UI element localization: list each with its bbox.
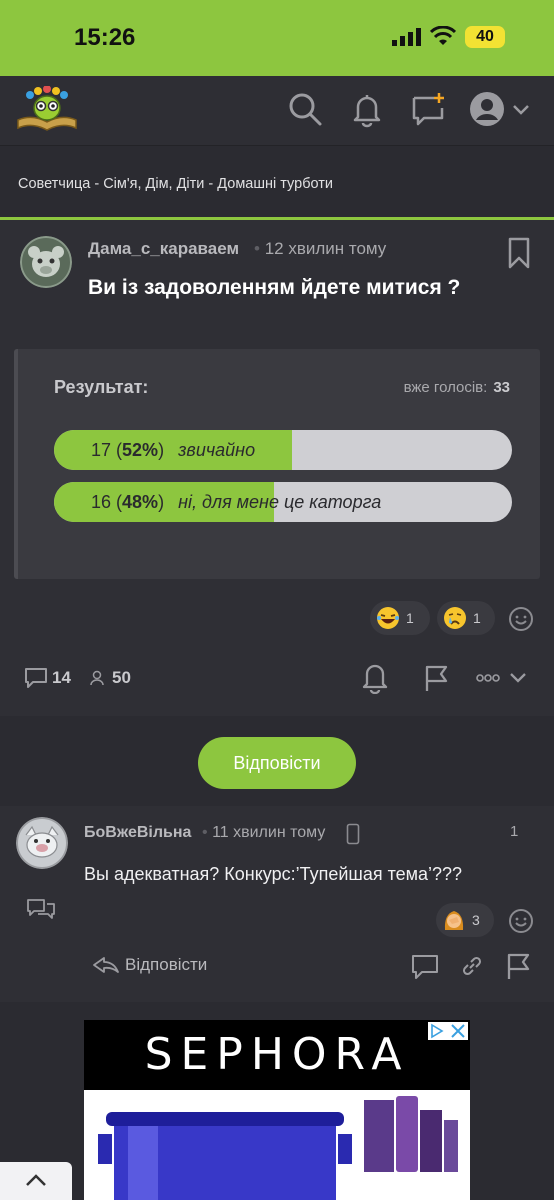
chevron-down-icon[interactable] <box>510 98 532 120</box>
new-topic-icon[interactable] <box>410 90 448 128</box>
comments-count: 14 <box>52 668 71 687</box>
poll-option-percent: 48% <box>122 492 159 512</box>
poll-votes-label: вже голосів: <box>403 379 488 396</box>
crying-emoji-icon <box>444 607 466 629</box>
reaction-laughing[interactable]: 1 <box>370 601 430 635</box>
ad-brand: SEPHORA <box>84 1020 470 1090</box>
ad-product-image <box>98 1112 352 1200</box>
add-reaction-icon[interactable] <box>508 606 534 632</box>
bell-icon[interactable] <box>348 90 386 128</box>
battery-indicator: 40 <box>465 26 505 48</box>
mobile-device-icon <box>346 823 360 845</box>
poll-option-text: 17 (52%) звичайно <box>91 440 256 460</box>
ad-product-set-image <box>364 1096 458 1172</box>
participants-icon <box>90 670 104 686</box>
comment-author[interactable]: БоВжеВільна <box>84 824 191 842</box>
poll-option-text: 16 (48%) ні, для мене це каторга <box>91 492 382 512</box>
poll-option-label: ні, для мене це каторга <box>178 492 382 512</box>
facepalm-emoji-icon <box>444 911 464 930</box>
report-flag-icon[interactable] <box>506 952 532 980</box>
search-icon[interactable] <box>286 90 324 128</box>
post-time-text: 12 хвилин тому <box>264 239 387 258</box>
reply-arrow-icon[interactable] <box>92 954 120 976</box>
post-time: • 12 хвилин тому <box>254 239 387 258</box>
post-author[interactable]: Дама_с_караваем <box>88 239 239 259</box>
cellular-signal-icon <box>392 28 421 46</box>
participants-count: 50 <box>112 668 131 687</box>
author-avatar[interactable] <box>20 236 72 288</box>
comments-icon[interactable] <box>24 667 48 689</box>
bookmark-icon[interactable] <box>508 237 530 269</box>
poll-option-bar: 16 (48%) ні, для мене це каторга <box>54 482 512 522</box>
quote-replies-icon[interactable] <box>26 896 56 920</box>
status-bar: 15:26 40 <box>0 0 554 76</box>
reaction-facepalm[interactable]: 3 <box>436 903 494 937</box>
top-navigation <box>0 76 554 146</box>
clock: 15:26 <box>74 24 136 51</box>
poll-votes-total: 33 <box>493 379 510 396</box>
laughing-emoji-icon <box>377 607 399 629</box>
link-icon[interactable] <box>460 954 484 978</box>
subscribe-bell-icon[interactable] <box>360 660 390 694</box>
comment-number[interactable]: 1 <box>510 823 518 840</box>
comment-reply-link[interactable]: Відповісти <box>125 955 207 975</box>
quote-icon[interactable] <box>411 954 439 980</box>
reaction-count: 1 <box>406 610 414 626</box>
poll-option-bar: 17 (52%) звичайно <box>54 430 512 470</box>
poll-votes: вже голосів: 33 <box>404 379 510 396</box>
post-title: Ви із задоволенням йдете митися ? <box>88 276 461 299</box>
scroll-to-top-button[interactable] <box>0 1162 72 1200</box>
wifi-icon <box>430 26 456 45</box>
reaction-count: 3 <box>472 912 480 928</box>
more-options-icon[interactable] <box>476 674 500 682</box>
add-reaction-icon[interactable] <box>508 908 534 934</box>
site-logo-icon[interactable] <box>16 86 78 132</box>
user-avatar-icon[interactable] <box>468 90 506 128</box>
poll-heading: Результат: <box>54 377 149 397</box>
chevron-up-icon <box>26 1174 46 1186</box>
poll-option-count: 16 <box>91 492 112 512</box>
comment-time-text: 11 хвилин тому <box>212 824 326 841</box>
reaction-count: 1 <box>473 610 481 626</box>
comment-text: Вы адекватная? Конкурс:’Тупейшая тема’??… <box>84 864 463 884</box>
commenter-avatar[interactable] <box>16 817 68 869</box>
chevron-down-icon[interactable] <box>508 670 528 686</box>
poll-option-percent: 52% <box>122 440 159 460</box>
poll-option-count: 17 <box>91 440 112 460</box>
poll-option-label: звичайно <box>178 440 256 460</box>
reply-button[interactable]: Відповісти <box>198 737 356 789</box>
reaction-crying[interactable]: 1 <box>437 601 495 635</box>
comment-time: • 11 хвилин тому <box>202 824 326 841</box>
adchoices-icon[interactable] <box>428 1022 468 1040</box>
report-flag-icon[interactable] <box>424 664 450 692</box>
advertisement-banner[interactable]: SEPHORA <box>84 1020 470 1200</box>
breadcrumb[interactable]: Советчица - Сім'я, Дім, Діти - Домашні т… <box>18 176 333 192</box>
poll-results: Результат: вже голосів: 33 17 (52%) звичай… <box>14 349 540 579</box>
